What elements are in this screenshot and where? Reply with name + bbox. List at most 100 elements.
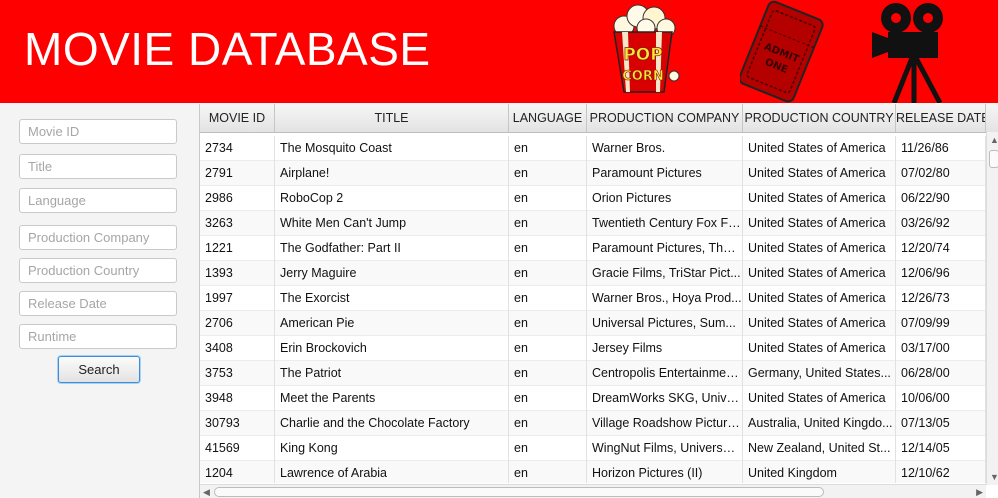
table-row[interactable]: 1221 The Godfather: Part II en Paramount Pi… xyxy=(200,236,986,261)
table-cell: en xyxy=(509,161,587,186)
language-field[interactable] xyxy=(19,188,177,213)
table-cell: Paramount Pictures xyxy=(587,161,743,186)
horizontal-scroll-thumb[interactable] xyxy=(214,487,824,497)
table-cell: Jersey Films xyxy=(587,336,743,361)
table-cell: Warner Bros. xyxy=(587,136,743,161)
table-cell: 06/22/90 xyxy=(896,186,986,211)
table-cell: 03/26/92 xyxy=(896,211,986,236)
table-row[interactable]: 2706 American Pie en Universal Pictures, Su… xyxy=(200,311,986,336)
table-cell: 1997 xyxy=(200,286,275,311)
table-cell: 2791 xyxy=(200,161,275,186)
production-country-field[interactable] xyxy=(19,258,177,283)
table-cell: 41569 xyxy=(200,436,275,461)
table-cell: United States of America xyxy=(743,261,896,286)
search-panel: Search xyxy=(0,103,198,498)
table-cell: The Exorcist xyxy=(275,286,509,311)
table-cell: United States of America xyxy=(743,311,896,336)
table-cell: RoboCop 2 xyxy=(275,186,509,211)
column-header[interactable]: LANGUAGE xyxy=(509,104,587,132)
table-cell: 3948 xyxy=(200,386,275,411)
table-row[interactable]: 1393 Jerry Maguire en Gracie Films, TriStar… xyxy=(200,261,986,286)
column-header[interactable]: TITLE xyxy=(275,104,509,132)
table-row[interactable]: 1204 Lawrence of Arabia en Horizon Pictures… xyxy=(200,461,986,483)
table-cell: 07/02/80 xyxy=(896,161,986,186)
search-button[interactable]: Search xyxy=(58,356,140,383)
table-cell: en xyxy=(509,186,587,211)
table-row[interactable]: 3753 The Patriot en Centropolis Entertainme… xyxy=(200,361,986,386)
table-cell: The Mosquito Coast xyxy=(275,136,509,161)
table-row[interactable]: 2734 The Mosquito Coast en Warner Bros. Unit… xyxy=(200,136,986,161)
table-row[interactable]: 41569 King Kong en WingNut Films, Universal… xyxy=(200,436,986,461)
vertical-scroll-thumb[interactable] xyxy=(989,150,998,168)
table-cell: en xyxy=(509,286,587,311)
table-row[interactable]: 3948 Meet the Parents en DreamWorks SKG, Un… xyxy=(200,386,986,411)
table-cell: New Zealand, United St... xyxy=(743,436,896,461)
scroll-down-icon[interactable]: ▼ xyxy=(990,471,998,483)
table-row[interactable]: 2986 RoboCop 2 en Orion Pictures United Stat… xyxy=(200,186,986,211)
table-cell: Jerry Maguire xyxy=(275,261,509,286)
table-cell: 03/17/00 xyxy=(896,336,986,361)
table-cell: Germany, United States... xyxy=(743,361,896,386)
table-cell: American Pie xyxy=(275,311,509,336)
popcorn-text-2: CORN xyxy=(622,69,663,84)
table-cell: en xyxy=(509,236,587,261)
popcorn-icon: POP CORN xyxy=(613,4,680,93)
horizontal-scrollbar[interactable]: ◀ ▶ xyxy=(200,484,986,498)
table-cell: 07/13/05 xyxy=(896,411,986,436)
table-cell: Australia, United Kingdo... xyxy=(743,411,896,436)
table-cell: The Patriot xyxy=(275,361,509,386)
popcorn-text-1: POP xyxy=(623,45,662,65)
table-row[interactable]: 3263 White Men Can't Jump en Twentieth Cent… xyxy=(200,211,986,236)
table-cell: United States of America xyxy=(743,161,896,186)
column-header[interactable]: PRODUCTION COUNTRY xyxy=(743,104,896,132)
table-cell: en xyxy=(509,386,587,411)
table-cell: en xyxy=(509,261,587,286)
column-header[interactable]: MOVIE ID xyxy=(200,104,275,132)
ticket-icon: ADMIT ONE xyxy=(740,0,824,103)
table-row[interactable]: 2791 Airplane! en Paramount Pictures United … xyxy=(200,161,986,186)
table-cell: Airplane! xyxy=(275,161,509,186)
table-row[interactable]: 1997 The Exorcist en Warner Bros., Hoya Pro… xyxy=(200,286,986,311)
table-row[interactable]: 30793 Charlie and the Chocolate Factory en… xyxy=(200,411,986,436)
table-cell: United States of America xyxy=(743,211,896,236)
table-cell: Village Roadshow Picture... xyxy=(587,411,743,436)
table-cell: en xyxy=(509,136,587,161)
table-cell: en xyxy=(509,461,587,483)
movie-table: MOVIE ID TITLE LANGUAGE PRODUCTION COMPANY P… xyxy=(199,104,998,498)
release-date-field[interactable] xyxy=(19,291,177,316)
scroll-up-icon[interactable]: ▲ xyxy=(990,134,998,146)
column-header[interactable]: RELEASE DATE xyxy=(896,104,986,132)
table-header: MOVIE ID TITLE LANGUAGE PRODUCTION COMPANY P… xyxy=(200,104,998,133)
table-cell: 1204 xyxy=(200,461,275,483)
table-cell: 12/06/96 xyxy=(896,261,986,286)
production-company-field[interactable] xyxy=(19,225,177,250)
table-cell: 1221 xyxy=(200,236,275,261)
table-cell: 12/14/05 xyxy=(896,436,986,461)
table-cell: WingNut Films, Universal... xyxy=(587,436,743,461)
table-cell: 10/06/00 xyxy=(896,386,986,411)
app-header: MOVIE DATABASE POP CORN ADMIT ONE xyxy=(0,0,998,103)
table-cell: 12/26/73 xyxy=(896,286,986,311)
scroll-right-icon[interactable]: ▶ xyxy=(976,486,983,498)
table-row[interactable]: 3408 Erin Brockovich en Jersey Films United … xyxy=(200,336,986,361)
table-cell: Universal Pictures, Sum... xyxy=(587,311,743,336)
table-cell: 06/28/00 xyxy=(896,361,986,386)
vertical-scrollbar[interactable]: ▲ ▼ xyxy=(986,132,998,485)
table-cell: en xyxy=(509,211,587,236)
table-cell: DreamWorks SKG, Unive... xyxy=(587,386,743,411)
movie-id-field[interactable] xyxy=(19,119,177,144)
table-cell: United States of America xyxy=(743,136,896,161)
table-cell: King Kong xyxy=(275,436,509,461)
table-cell: White Men Can't Jump xyxy=(275,211,509,236)
column-header[interactable]: PRODUCTION COMPANY xyxy=(587,104,743,132)
scroll-left-icon[interactable]: ◀ xyxy=(203,486,210,498)
title-field[interactable] xyxy=(19,154,177,179)
table-cell: United States of America xyxy=(743,286,896,311)
table-cell: 2986 xyxy=(200,186,275,211)
table-cell: 12/10/62 xyxy=(896,461,986,483)
table-cell: Centropolis Entertainmen... xyxy=(587,361,743,386)
table-cell: Lawrence of Arabia xyxy=(275,461,509,483)
table-cell: 3408 xyxy=(200,336,275,361)
runtime-field[interactable] xyxy=(19,324,177,349)
table-cell: United States of America xyxy=(743,336,896,361)
